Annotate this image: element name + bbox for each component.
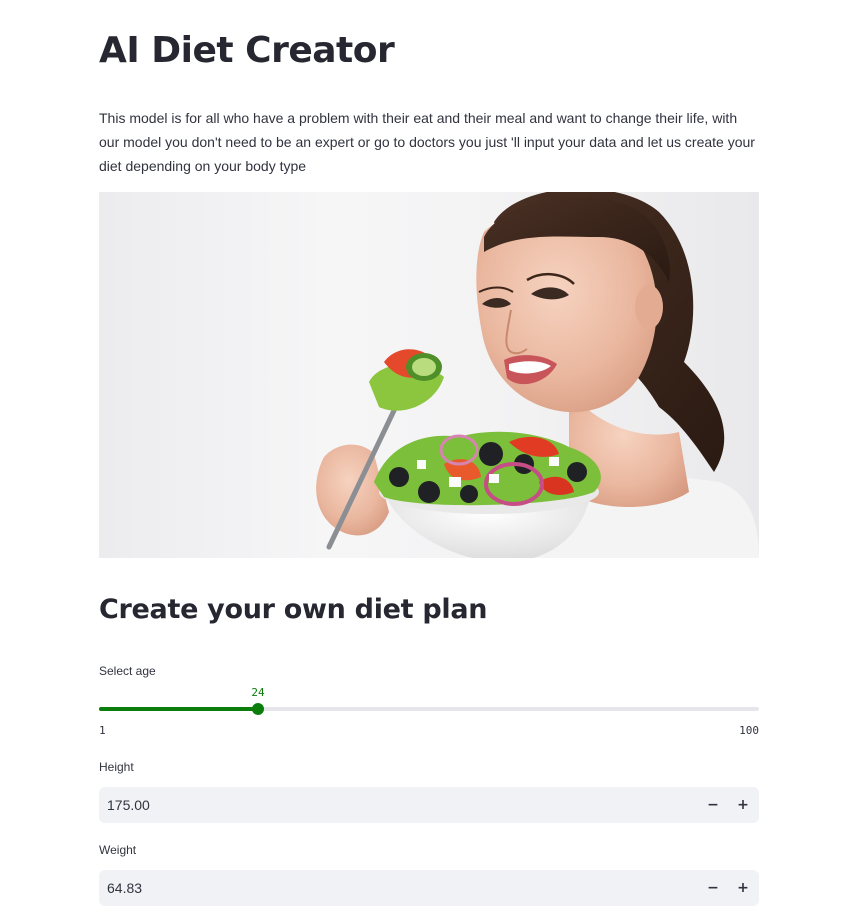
weight-label: Weight bbox=[99, 843, 137, 857]
age-slider-track[interactable] bbox=[99, 707, 759, 711]
weight-input[interactable]: 64.83 − + bbox=[99, 870, 759, 906]
height-label: Height bbox=[99, 760, 134, 774]
age-slider-min: 1 bbox=[99, 724, 106, 737]
age-slider-label: Select age bbox=[99, 664, 156, 678]
age-slider-value: 24 bbox=[251, 686, 265, 699]
page-title: AI Diet Creator bbox=[99, 30, 395, 71]
height-decrement-button[interactable]: − bbox=[699, 787, 727, 823]
weight-value[interactable]: 64.83 bbox=[107, 870, 142, 906]
hero-image bbox=[99, 192, 759, 558]
height-increment-button[interactable]: + bbox=[729, 787, 757, 823]
height-input[interactable]: 175.00 − + bbox=[99, 787, 759, 823]
section-title: Create your own diet plan bbox=[99, 594, 488, 625]
woman-eating-salad-illustration bbox=[316, 192, 759, 558]
weight-decrement-button[interactable]: − bbox=[699, 870, 727, 906]
age-slider-max: 100 bbox=[739, 724, 759, 737]
weight-increment-button[interactable]: + bbox=[729, 870, 757, 906]
age-slider-thumb[interactable] bbox=[252, 703, 264, 715]
age-slider-fill bbox=[99, 707, 258, 711]
height-value[interactable]: 175.00 bbox=[107, 787, 150, 823]
intro-paragraph: This model is for all who have a problem… bbox=[99, 110, 755, 174]
